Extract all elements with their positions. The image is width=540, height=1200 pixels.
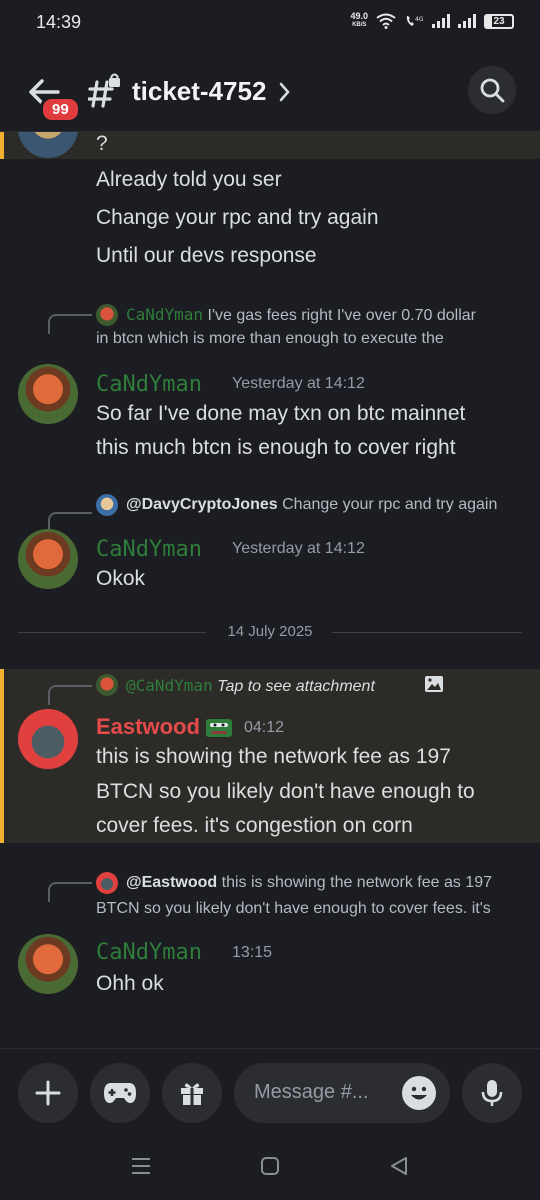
home-icon[interactable] — [260, 1156, 280, 1176]
reply-preview[interactable]: @CaNdYman Tap to see attachment — [126, 676, 375, 696]
unread-badge: 99 — [40, 96, 81, 123]
avatar[interactable] — [18, 709, 78, 769]
chevron-right-icon[interactable] — [279, 82, 291, 102]
channel-name[interactable]: ticket-4752 — [132, 76, 266, 107]
voice-message-button[interactable] — [462, 1063, 522, 1123]
timestamp: 04:12 — [244, 719, 285, 736]
back-icon[interactable] — [389, 1156, 409, 1176]
author-name[interactable]: CaNdYman — [96, 537, 202, 562]
message-text: Okok — [96, 567, 146, 590]
gift-icon — [181, 1083, 203, 1105]
gift-button[interactable] — [162, 1063, 222, 1123]
channel-header: 99 ticket-4752 — [0, 48, 540, 132]
author-name[interactable]: CaNdYman — [96, 940, 202, 965]
pepe-emoji-icon — [206, 719, 232, 737]
message-composer: Message #... — [0, 1048, 540, 1136]
plus-icon — [35, 1080, 61, 1106]
search-icon — [480, 78, 505, 103]
battery-icon: 23 — [484, 13, 514, 29]
reply-preview[interactable]: @DavyCryptoJones Change your rpc and try… — [126, 496, 497, 514]
avatar — [96, 304, 118, 326]
message-text: ? — [96, 132, 108, 155]
activities-button[interactable] — [90, 1063, 150, 1123]
author-name[interactable]: CaNdYman — [96, 372, 202, 397]
reply-connector — [48, 685, 92, 705]
avatar[interactable] — [18, 529, 78, 589]
date-divider: 14 July 2025 — [18, 623, 522, 643]
timestamp: Yesterday at 14:12 — [232, 540, 365, 557]
reply-preview-text: BTCN so you likely don't have enough to … — [96, 900, 491, 917]
author-name[interactable]: Eastwood — [96, 714, 200, 740]
status-time: 14:39 — [36, 12, 82, 32]
message-text: Change your rpc and try again — [96, 206, 379, 229]
message-text: Until our devs response — [96, 244, 317, 267]
timestamp: 13:15 — [232, 944, 273, 961]
avatar[interactable] — [18, 364, 78, 424]
mention-highlight — [0, 132, 540, 159]
reply-connector — [48, 314, 92, 334]
locked-hash-icon — [88, 73, 120, 108]
avatar — [96, 872, 118, 894]
message-text: cover fees. it's congestion on corn — [96, 814, 413, 837]
timestamp: Yesterday at 14:12 — [232, 375, 365, 392]
signal-icon — [458, 14, 476, 28]
message-text: BTCN so you likely don't have enough to — [96, 780, 475, 803]
reply-preview[interactable]: @Eastwood this is showing the network fe… — [126, 874, 492, 892]
wifi-icon — [376, 13, 396, 29]
message-text: Ohh ok — [96, 972, 164, 995]
status-bar: 14:39 49.0 KB/S 4G 23 — [0, 0, 540, 48]
microphone-icon — [481, 1080, 503, 1106]
message-input[interactable]: Message #... — [234, 1063, 450, 1123]
search-button[interactable] — [468, 66, 516, 114]
message-text: Already told you ser — [96, 168, 282, 191]
message-text: this is showing the network fee as 197 — [96, 745, 451, 768]
reply-connector — [48, 882, 92, 902]
reply-preview[interactable]: CaNdYman I've gas fees right I've over 0… — [126, 305, 476, 325]
system-navigation-bar — [0, 1136, 540, 1200]
emoji-button[interactable] — [402, 1076, 436, 1110]
message-text: this much btcn is enough to cover right — [96, 436, 456, 459]
volte-icon: 4G — [406, 16, 424, 26]
recent-apps-icon[interactable] — [131, 1156, 151, 1176]
gamepad-icon — [104, 1083, 136, 1103]
emoji-icon — [411, 1086, 427, 1100]
svg-text:4G: 4G — [415, 16, 424, 23]
avatar — [96, 674, 118, 696]
status-icons: 49.0 KB/S 4G 23 — [350, 12, 514, 30]
message-list[interactable]: ? Already told you ser Change your rpc a… — [0, 132, 540, 1048]
avatar — [96, 494, 118, 516]
reply-preview-text: in btcn which is more than enough to exe… — [96, 330, 444, 347]
avatar[interactable] — [18, 934, 78, 994]
network-speed: 49.0 KB/S — [350, 11, 368, 29]
signal-icon — [432, 14, 450, 28]
message-text: So far I've done may txn on btc mainnet — [96, 402, 466, 425]
message-placeholder: Message #... — [254, 1081, 369, 1103]
add-attachment-button[interactable] — [18, 1063, 78, 1123]
image-icon — [425, 676, 443, 692]
